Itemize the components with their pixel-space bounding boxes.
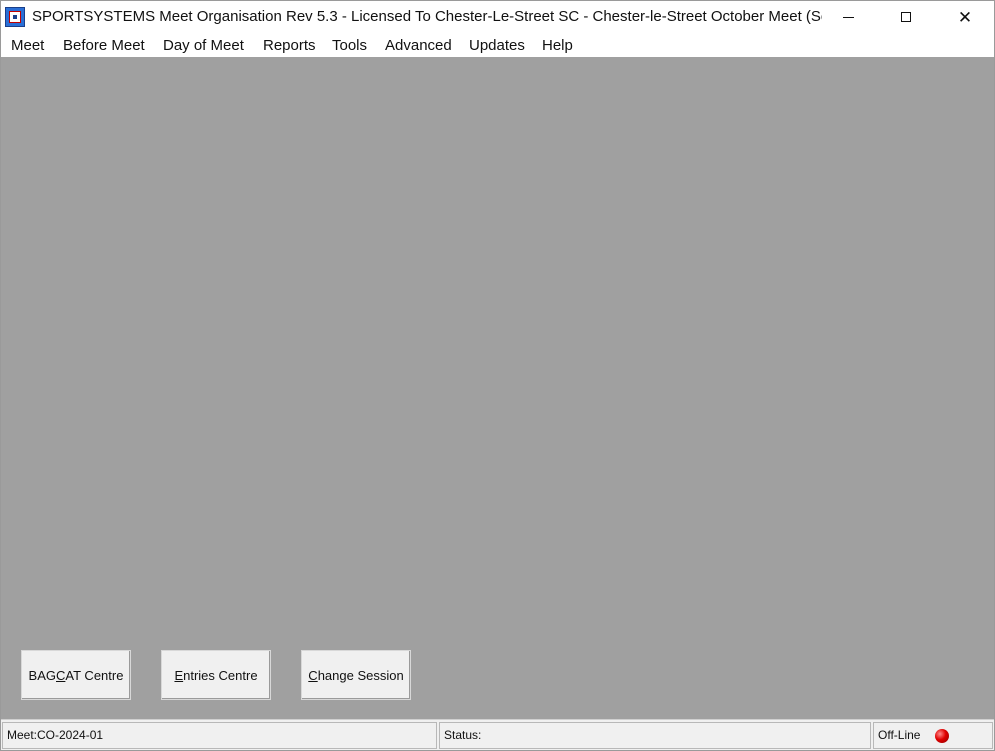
menu-bar: Meet Before Meet Day of Meet Reports Too… [1,33,994,57]
entries-label-accelerator: E [174,667,184,683]
menu-help[interactable]: Help [542,37,573,54]
minimize-icon [842,16,854,18]
sportsystems-app-icon[interactable] [5,7,25,27]
meet-code-panel: Meet:CO-2024-01 [2,722,437,749]
change-session-button[interactable]: Change Session [301,650,411,700]
menu-tools[interactable]: Tools [332,37,367,54]
maximize-icon [901,12,911,22]
menu-advanced[interactable]: Advanced [385,37,452,54]
change-session-label-rest: hange Session [317,667,404,683]
menu-updates[interactable]: Updates [469,37,525,54]
bagcat-label-part2: AT Centre [65,667,124,683]
menu-day-of-meet[interactable]: Day of Meet [163,37,244,54]
maximize-button[interactable] [877,1,935,33]
connection-panel: Off-Line [873,722,993,749]
close-icon: ✕ [957,7,973,27]
close-button[interactable]: ✕ [936,1,994,33]
status-bar: Meet:CO-2024-01 Status: Off-Line [1,719,994,750]
status-panel: Status: [439,722,871,749]
entries-label-rest: ntries Centre [183,667,258,683]
bagcat-label-accelerator: C [56,667,66,683]
bagcat-label-part1: BAG [28,667,57,683]
change-session-label-accelerator: C [308,667,318,683]
window-title: SPORTSYSTEMS Meet Organisation Rev 5.3 -… [32,8,822,25]
entries-centre-button[interactable]: Entries Centre [161,650,271,700]
minimize-button[interactable] [819,1,877,33]
title-bar[interactable]: SPORTSYSTEMS Meet Organisation Rev 5.3 -… [1,1,994,33]
bagcat-centre-button[interactable]: BAG C AT Centre [21,650,131,700]
app-window: SPORTSYSTEMS Meet Organisation Rev 5.3 -… [0,0,995,751]
connection-status-text: Off-Line [878,728,921,742]
menu-reports[interactable]: Reports [263,37,316,54]
offline-indicator-icon [935,729,949,743]
menu-meet[interactable]: Meet [11,37,44,54]
mdi-client-area: BAG C AT Centre Entries Centre Change Sess… [1,57,994,719]
menu-before-meet[interactable]: Before Meet [63,37,145,54]
